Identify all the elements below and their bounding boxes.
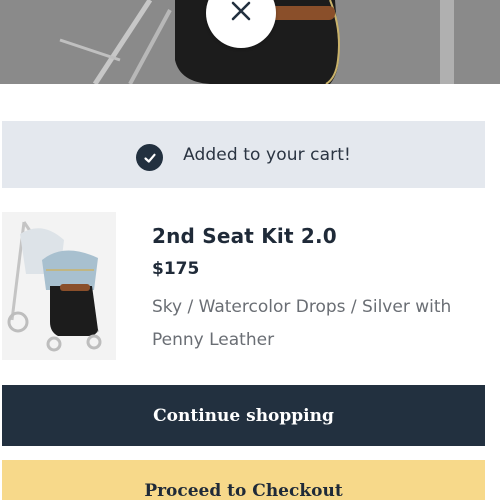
product-name[interactable]: 2nd Seat Kit 2.0	[152, 224, 337, 248]
product-price: $175	[152, 259, 200, 279]
continue-shopping-button[interactable]: Continue shopping	[2, 385, 485, 446]
check-circle-icon	[136, 144, 164, 171]
added-to-cart-banner: Added to your cart!	[2, 121, 485, 188]
product-variant: Sky / Watercolor Drops / Silver with Pen…	[152, 297, 452, 350]
close-icon	[229, 0, 253, 28]
cart-message: Added to your cart!	[183, 144, 351, 165]
proceed-to-checkout-button[interactable]: Proceed to Checkout	[2, 460, 485, 500]
cart-confirmation-sheet: Added to your cart! 2nd Seat Kit 2.0 $17…	[0, 84, 500, 500]
product-image[interactable]	[2, 212, 116, 360]
